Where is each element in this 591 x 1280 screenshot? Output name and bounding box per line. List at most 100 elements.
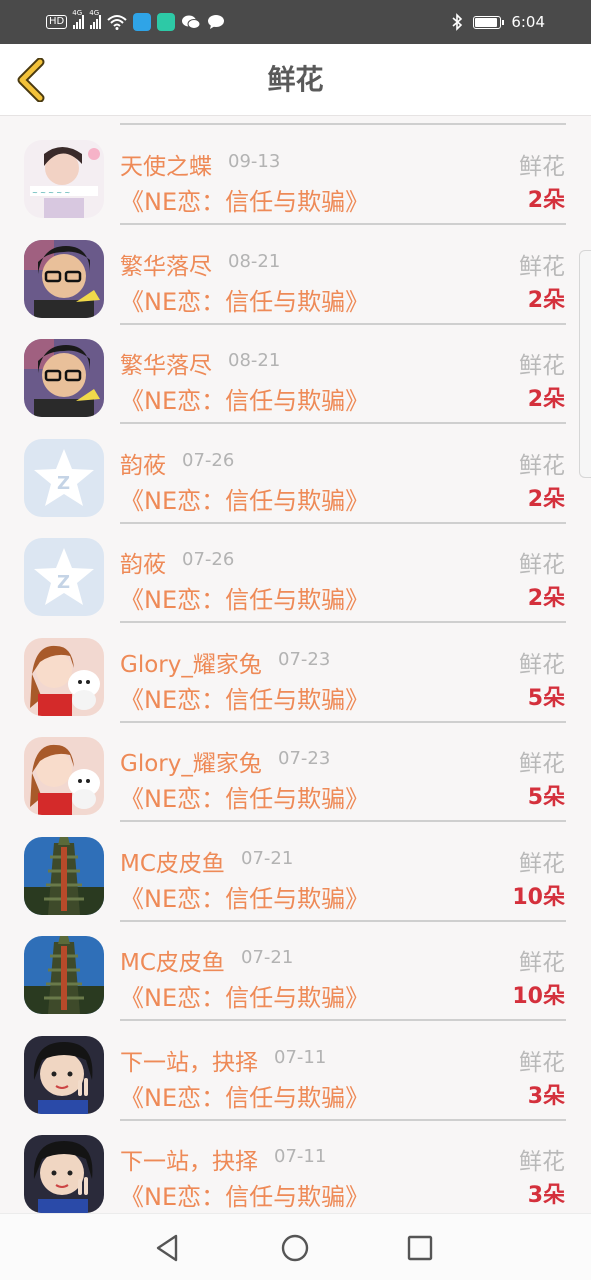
list-item[interactable]: 繁华落尽 08-21 鲜花《NE恋：信任与欺骗》 2朵 (0, 317, 591, 424)
book-title[interactable]: 《NE恋：信任与欺骗》 (120, 481, 369, 516)
sender-name[interactable]: MC皮皮鱼 (120, 844, 225, 878)
gift-type: 鲜花 (519, 850, 565, 877)
gift-date: 07-26 (182, 549, 235, 570)
gift-type: 鲜花 (519, 552, 565, 578)
book-title[interactable]: 《NE恋：信任与欺骗》 (120, 879, 369, 914)
avatar[interactable] (24, 637, 104, 716)
list-item[interactable]: ~ ~ ~ ~ ~ 天使之蝶 09-13 鲜花《NE恋：信任与欺骗》 2朵 (0, 118, 591, 225)
circle-home-icon[interactable] (279, 1232, 311, 1264)
flower-count: 2朵 (527, 586, 565, 611)
gift-type: 鲜花 (519, 154, 565, 180)
gift-type: 鲜花 (519, 751, 565, 777)
list-item[interactable]: Z 韵莜 07-26 鲜花《NE恋：信任与欺骗》 2朵 (0, 516, 591, 623)
page-title: 鲜花 (267, 63, 324, 96)
wechat-icon (182, 15, 201, 29)
app-icon (157, 13, 176, 31)
hd-icon: HD (46, 15, 68, 29)
book-title[interactable]: 《NE恋：信任与欺骗》 (120, 580, 369, 615)
gift-date: 07-23 (278, 648, 331, 670)
book-title[interactable]: 《NE恋：信任与欺骗》 (120, 779, 369, 814)
sender-name[interactable]: 韵莜 (120, 545, 166, 579)
gift-type: 鲜花 (519, 253, 565, 280)
gift-type: 鲜花 (519, 1149, 565, 1175)
sender-name[interactable]: 繁华落尽 (120, 346, 212, 380)
avatar[interactable] (24, 339, 104, 417)
status-bar: HD 4G 4G 6:04 (0, 0, 591, 44)
bluetooth-icon (452, 13, 463, 31)
flower-count: 10朵 (512, 984, 565, 1009)
list-item[interactable]: MC皮皮鱼 07-21 鲜花《NE恋：信任与欺骗》 10朵 (0, 914, 591, 1021)
book-title[interactable]: 《NE恋：信任与欺骗》 (120, 182, 369, 217)
book-title[interactable]: 《NE恋：信任与欺骗》 (120, 282, 369, 317)
gift-type: 鲜花 (519, 1049, 565, 1076)
list-item[interactable]: 下一站，抉择 07-11 鲜花《NE恋：信任与欺骗》 3朵 (0, 1014, 591, 1121)
gift-date: 07-21 (241, 847, 294, 869)
flower-count: 2朵 (527, 486, 565, 512)
svg-text:Z: Z (57, 572, 70, 593)
gift-type: 鲜花 (519, 452, 565, 479)
gift-date: 07-26 (182, 449, 235, 471)
svg-text:~ ~ ~ ~ ~: ~ ~ ~ ~ ~ (32, 189, 70, 197)
avatar[interactable]: ~ ~ ~ ~ ~ (24, 140, 104, 218)
avatar[interactable]: Z (24, 438, 104, 517)
book-title[interactable]: 《NE恋：信任与欺骗》 (120, 680, 369, 715)
gift-date: 08-21 (228, 350, 281, 371)
gift-date: 07-21 (241, 947, 294, 968)
sender-name[interactable]: 韵莜 (120, 446, 166, 480)
sender-name[interactable]: 下一站，抉择 (120, 1043, 258, 1077)
sender-name[interactable]: Glory_耀家兔 (120, 645, 262, 679)
list-item[interactable]: Z 韵莜 07-26 鲜花《NE恋：信任与欺骗》 2朵 (0, 417, 591, 524)
sender-name[interactable]: 天使之蝶 (120, 147, 212, 181)
battery-level (475, 17, 497, 27)
list-item[interactable]: Glory_耀家兔 07-23 鲜花《NE恋：信任与欺骗》 5朵 (0, 616, 591, 723)
signal-icon: 4G (72, 9, 85, 29)
flower-count: 5朵 (527, 785, 565, 810)
clock: 6:04 (511, 13, 545, 31)
gift-date: 07-11 (274, 1146, 327, 1167)
avatar[interactable] (24, 1035, 104, 1114)
flower-count: 2朵 (527, 287, 565, 313)
flower-count: 3朵 (527, 1183, 565, 1208)
system-nav-bar (0, 1213, 591, 1280)
avatar[interactable] (24, 936, 104, 1014)
book-title[interactable]: 《NE恋：信任与欺骗》 (120, 978, 369, 1013)
gift-type: 鲜花 (519, 950, 565, 976)
book-title[interactable]: 《NE恋：信任与欺骗》 (120, 1177, 369, 1212)
flower-count: 5朵 (527, 685, 565, 711)
book-title[interactable]: 《NE恋：信任与欺骗》 (120, 1078, 369, 1113)
book-title[interactable]: 《NE恋：信任与欺骗》 (120, 381, 369, 416)
list-item[interactable]: Glory_耀家兔 07-23 鲜花《NE恋：信任与欺骗》 5朵 (0, 715, 591, 822)
sender-name[interactable]: 下一站，抉择 (120, 1142, 258, 1176)
gift-date: 09-13 (228, 151, 281, 172)
avatar[interactable] (24, 239, 104, 318)
gift-type: 鲜花 (519, 651, 565, 678)
network-type: 4G (89, 9, 100, 17)
flower-count: 2朵 (527, 188, 565, 213)
avatar[interactable] (24, 1135, 104, 1213)
gift-date: 07-23 (278, 748, 331, 769)
qq-icon (133, 13, 152, 31)
list-item[interactable]: 下一站，抉择 07-11 鲜花《NE恋：信任与欺骗》 3朵 (0, 1113, 591, 1213)
gift-date: 07-11 (274, 1046, 327, 1068)
list-item[interactable]: 繁华落尽 08-21 鲜花 《NE恋：信任与欺骗》 2朵 (0, 218, 591, 325)
flower-gift-list[interactable]: ~ ~ ~ ~ ~ 天使之蝶 09-13 鲜花 《NE恋：信任与欺骗》 2朵 繁华落尽 08-… (0, 117, 591, 1213)
svg-text:Z: Z (57, 473, 70, 494)
scrollbar[interactable] (579, 250, 591, 478)
flower-count: 10朵 (512, 884, 565, 910)
triangle-back-icon[interactable] (152, 1232, 184, 1264)
flower-count: 3朵 (527, 1083, 565, 1109)
avatar[interactable]: Z (24, 538, 104, 616)
flower-count: 2朵 (527, 387, 565, 412)
sender-name[interactable]: MC皮皮鱼 (120, 943, 225, 977)
message-icon (208, 15, 225, 29)
square-recents-icon[interactable] (404, 1232, 436, 1264)
signal-icon: 4G (89, 9, 102, 29)
sender-name[interactable]: 繁华落尽 (120, 247, 212, 281)
app-header: 鲜花 (0, 44, 591, 116)
list-item[interactable]: MC皮皮鱼 07-21 鲜花《NE恋：信任与欺骗》 10朵 (0, 815, 591, 922)
gift-type: 鲜花 (519, 353, 565, 379)
avatar[interactable] (24, 836, 104, 915)
network-type: 4G (72, 9, 83, 17)
sender-name[interactable]: Glory_耀家兔 (120, 744, 262, 778)
avatar[interactable] (24, 737, 104, 815)
